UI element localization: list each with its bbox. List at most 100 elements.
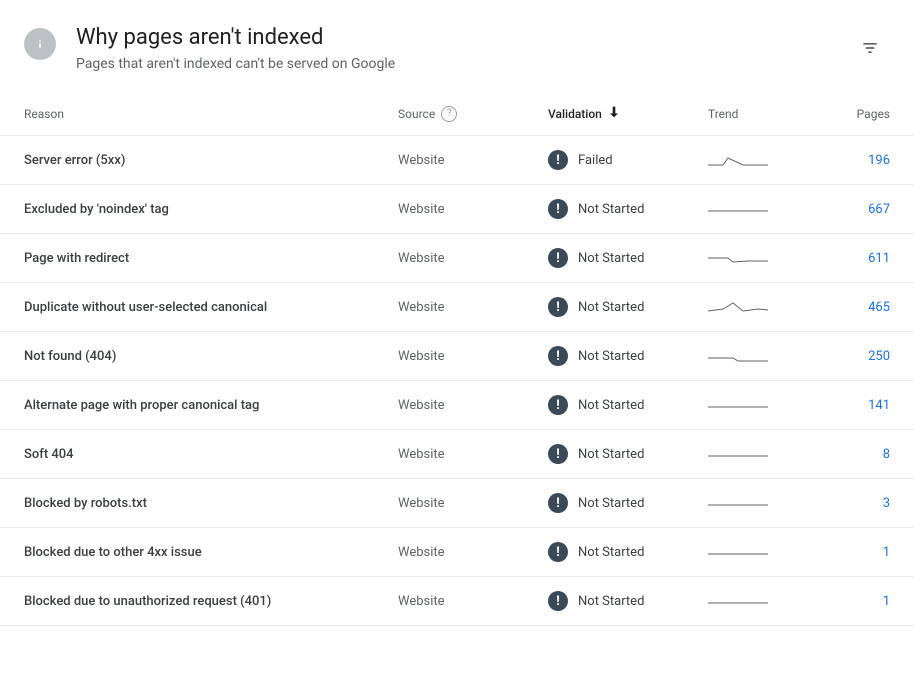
trend-cell [708, 346, 808, 366]
pages-cell[interactable]: 8 [808, 447, 890, 462]
validation-cell: ! Not Started [548, 199, 708, 219]
pages-cell[interactable]: 196 [808, 153, 890, 168]
page-subtitle: Pages that aren't indexed can't be serve… [76, 56, 830, 72]
validation-label: Not Started [578, 496, 644, 511]
sparkline [708, 248, 768, 268]
trend-cell [708, 248, 808, 268]
source-cell: Website [398, 398, 548, 413]
reason-cell: Page with redirect [24, 251, 398, 266]
reason-cell: Duplicate without user-selected canonica… [24, 300, 398, 315]
validation-cell: ! Not Started [548, 444, 708, 464]
pages-cell[interactable]: 465 [808, 300, 890, 315]
validation-label: Not Started [578, 447, 644, 462]
header-text: Why pages aren't indexed Pages that aren… [76, 24, 830, 72]
table-body: Server error (5xx)Website!Failed196Exclu… [0, 136, 914, 626]
trend-cell [708, 199, 808, 219]
sparkline [708, 493, 768, 513]
help-icon[interactable]: ? [441, 106, 457, 122]
pages-cell[interactable]: 3 [808, 496, 890, 511]
column-header-trend[interactable]: Trend [708, 107, 808, 121]
pages-cell[interactable]: 250 [808, 349, 890, 364]
trend-cell [708, 297, 808, 317]
validation-label: Not Started [578, 398, 644, 413]
validation-label: Not Started [578, 594, 644, 609]
trend-cell [708, 493, 808, 513]
filter-button[interactable] [850, 28, 890, 68]
table-row[interactable]: Alternate page with proper canonical tag… [0, 381, 914, 430]
reason-cell: Server error (5xx) [24, 153, 398, 168]
exclamation-icon: ! [548, 591, 568, 611]
trend-cell [708, 150, 808, 170]
source-cell: Website [398, 545, 548, 560]
exclamation-icon: ! [548, 199, 568, 219]
validation-cell: ! Not Started [548, 346, 708, 366]
reason-cell: Blocked due to other 4xx issue [24, 545, 398, 560]
table-row[interactable]: Soft 404Website!Not Started8 [0, 430, 914, 479]
exclamation-icon: ! [548, 297, 568, 317]
reason-cell: Blocked due to unauthorized request (401… [24, 594, 398, 609]
source-cell: Website [398, 594, 548, 609]
info-icon [24, 28, 56, 60]
validation-cell: ! Not Started [548, 493, 708, 513]
sparkline [708, 150, 768, 170]
table-row[interactable]: Blocked due to unauthorized request (401… [0, 577, 914, 626]
validation-label: Not Started [578, 202, 644, 217]
trend-cell [708, 591, 808, 611]
validation-cell: ! Not Started [548, 395, 708, 415]
sparkline [708, 395, 768, 415]
card-header: Why pages aren't indexed Pages that aren… [0, 0, 914, 92]
table-row[interactable]: Page with redirectWebsite! Not Started 611 [0, 234, 914, 283]
source-cell: Website [398, 447, 548, 462]
validation-label: Not Started [578, 251, 644, 266]
column-header-validation-label: Validation [548, 107, 602, 121]
validation-label: Not Started [578, 300, 644, 315]
table-row[interactable]: Excluded by 'noindex' tagWebsite!Not Sta… [0, 185, 914, 234]
sparkline [708, 297, 768, 317]
column-header-validation[interactable]: Validation [548, 104, 708, 123]
pages-cell[interactable]: 141 [808, 398, 890, 413]
validation-label: Not Started [578, 349, 644, 364]
source-cell: Website [398, 153, 548, 168]
pages-cell[interactable]: 667 [808, 202, 890, 217]
source-cell: Website [398, 251, 548, 266]
column-header-pages[interactable]: Pages [808, 107, 890, 121]
pages-cell[interactable]: 1 [808, 545, 890, 560]
validation-label: Failed [578, 153, 613, 168]
exclamation-icon: ! [548, 493, 568, 513]
source-cell: Website [398, 202, 548, 217]
source-cell: Website [398, 496, 548, 511]
exclamation-icon: ! [548, 444, 568, 464]
validation-cell: ! Not Started [548, 591, 708, 611]
sparkline [708, 444, 768, 464]
exclamation-icon: ! [548, 542, 568, 562]
pages-cell[interactable]: 1 [808, 594, 890, 609]
validation-cell: ! Not Started [548, 297, 708, 317]
sparkline [708, 199, 768, 219]
exclamation-icon: ! [548, 346, 568, 366]
column-header-reason[interactable]: Reason [24, 107, 398, 121]
table-row[interactable]: Blocked by robots.txtWebsite! Not Started… [0, 479, 914, 528]
indexing-issues-card: Why pages aren't indexed Pages that aren… [0, 0, 914, 626]
table-row[interactable]: Server error (5xx)Website! Failed 196 [0, 136, 914, 185]
trend-cell [708, 542, 808, 562]
source-cell: Website [398, 300, 548, 315]
exclamation-icon: ! [548, 395, 568, 415]
sparkline [708, 542, 768, 562]
source-cell: Website [398, 349, 548, 364]
validation-cell: ! Failed [548, 150, 708, 170]
exclamation-icon: ! [548, 150, 568, 170]
trend-cell [708, 444, 808, 464]
pages-cell[interactable]: 611 [808, 251, 890, 266]
trend-cell [708, 395, 808, 415]
validation-cell: ! Not Started [548, 248, 708, 268]
column-header-source[interactable]: Source ? [398, 106, 548, 122]
sort-descending-icon [606, 104, 622, 123]
table-row[interactable]: Not found (404)Website!Not Started250 [0, 332, 914, 381]
column-header-source-label: Source [398, 107, 435, 121]
sparkline [708, 591, 768, 611]
table-row[interactable]: Duplicate without user-selected canonica… [0, 283, 914, 332]
exclamation-icon: ! [548, 248, 568, 268]
page-title: Why pages aren't indexed [76, 24, 830, 52]
reason-cell: Blocked by robots.txt [24, 496, 398, 511]
table-row[interactable]: Blocked due to other 4xx issueWebsite!No… [0, 528, 914, 577]
